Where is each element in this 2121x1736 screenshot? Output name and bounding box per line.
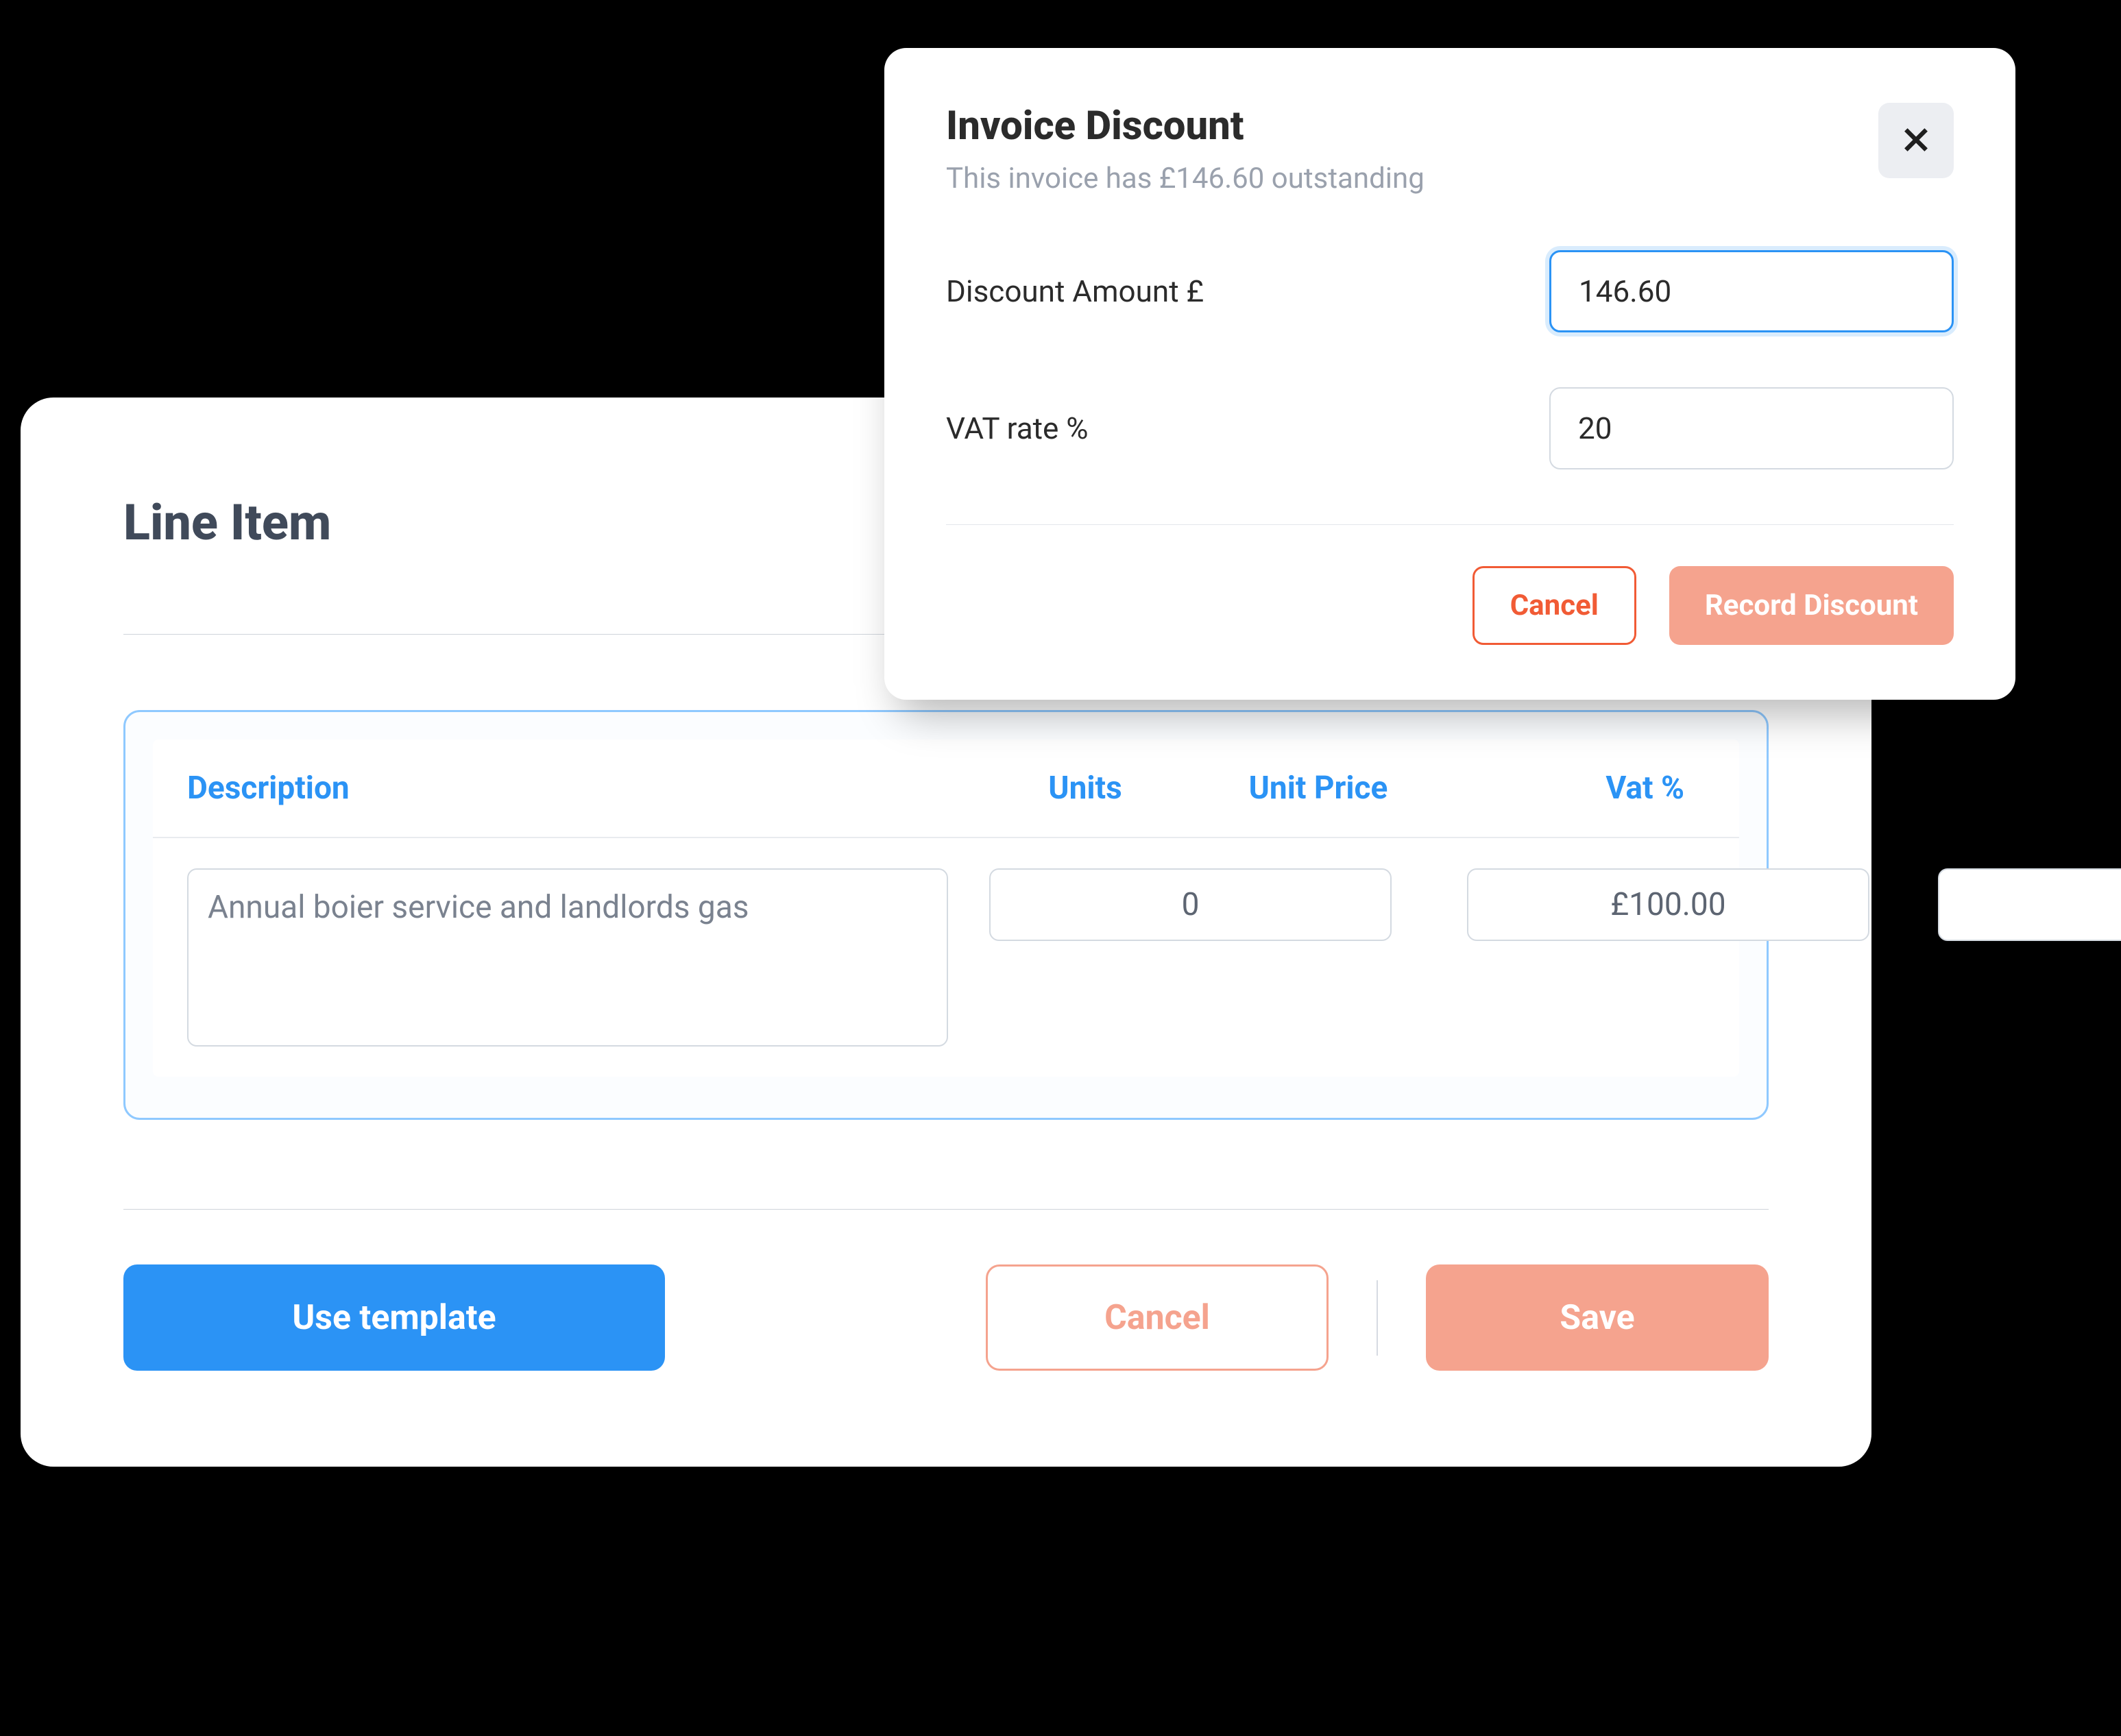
- vat-input[interactable]: [1938, 868, 2121, 941]
- discount-amount-label: Discount Amount £: [946, 273, 1204, 309]
- line-item-actions: Use template Cancel Save: [123, 1264, 1769, 1371]
- units-input[interactable]: [989, 868, 1392, 941]
- divider: [946, 524, 1954, 525]
- discount-amount-input[interactable]: [1549, 250, 1954, 332]
- vat-rate-label: VAT rate %: [946, 411, 1089, 446]
- discount-amount-row: Discount Amount £: [946, 250, 1954, 332]
- table-header-row: Description Units Unit Price Vat %: [153, 739, 1739, 838]
- divider: [123, 1209, 1769, 1210]
- separator: [1377, 1280, 1378, 1356]
- col-header-unit-price: Unit Price: [1188, 770, 1449, 807]
- modal-title: Invoice Discount: [946, 103, 1425, 149]
- vat-rate-row: VAT rate %: [946, 387, 1954, 469]
- cancel-button[interactable]: Cancel: [986, 1264, 1329, 1371]
- table-row: [153, 838, 1739, 1077]
- modal-cancel-button[interactable]: Cancel: [1472, 566, 1636, 645]
- description-input[interactable]: [187, 868, 948, 1047]
- invoice-discount-modal: Invoice Discount This invoice has £146.6…: [884, 48, 2015, 700]
- use-template-button[interactable]: Use template: [123, 1264, 665, 1371]
- close-button[interactable]: [1878, 103, 1954, 178]
- close-icon: [1901, 125, 1931, 157]
- line-item-table: Description Units Unit Price Vat %: [123, 710, 1769, 1120]
- save-button[interactable]: Save: [1426, 1264, 1769, 1371]
- modal-actions: Cancel Record Discount: [946, 566, 1954, 645]
- record-discount-button[interactable]: Record Discount: [1669, 566, 1954, 645]
- col-header-vat: Vat %: [1449, 770, 1705, 807]
- col-header-description: Description: [187, 770, 982, 807]
- modal-subtitle: This invoice has £146.60 outstanding: [946, 162, 1425, 195]
- vat-rate-input[interactable]: [1549, 387, 1954, 469]
- unit-price-input[interactable]: [1467, 868, 1869, 941]
- col-header-units: Units: [982, 770, 1188, 807]
